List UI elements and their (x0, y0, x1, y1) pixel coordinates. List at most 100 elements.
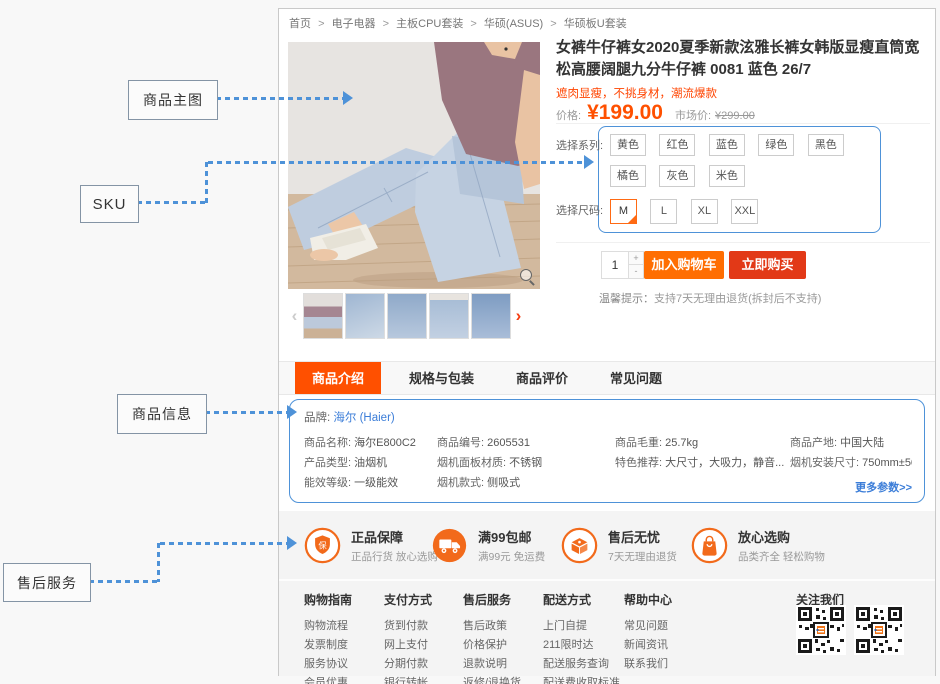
footer-link[interactable]: 银行转帐 (384, 674, 432, 684)
footer-col-payment: 支付方式 货到付款 网上支付 分期付款 银行转帐 (384, 591, 432, 684)
size-option[interactable]: L (650, 199, 677, 224)
footer-link[interactable]: 服务协议 (304, 655, 352, 674)
series-option[interactable]: 灰色 (659, 165, 695, 187)
divider (556, 242, 930, 243)
brand-link[interactable]: 海尔 (Haier) (333, 412, 394, 424)
footer-link[interactable]: 常见问题 (624, 617, 672, 636)
bag-icon (691, 527, 728, 564)
series-option[interactable]: 黄色 (610, 134, 646, 156)
footer-link[interactable]: 返修/退换货 (463, 674, 521, 684)
thumbnail-5[interactable] (471, 293, 511, 339)
series-option[interactable]: 蓝色 (709, 134, 745, 156)
breadcrumb-item[interactable]: 主板CPU套装 (396, 18, 463, 30)
attribute: 商品产地: 中国大陆 (790, 433, 912, 453)
annotation-arrowhead (343, 91, 353, 105)
quantity-increase-icon[interactable]: + (629, 251, 644, 265)
annotation-arrow-line (89, 580, 160, 583)
series-option[interactable]: 黑色 (808, 134, 844, 156)
thumbnail-2[interactable] (345, 293, 385, 339)
breadcrumb-item[interactable]: 华硕(ASUS) (484, 18, 543, 30)
shield-icon: 保 (304, 527, 341, 564)
detail-tabbar: 商品介绍 规格与包装 商品评价 常见问题 (279, 361, 935, 395)
return-box-icon (561, 527, 598, 564)
add-to-cart-button[interactable]: 加入购物车 (644, 251, 724, 279)
service-title: 放心选购 (738, 527, 825, 546)
tab-reviews[interactable]: 商品评价 (502, 362, 582, 394)
series-option[interactable]: 橘色 (610, 165, 646, 187)
quantity-input[interactable] (601, 251, 629, 279)
series-option[interactable]: 绿色 (758, 134, 794, 156)
service-strip: 保 正品保障 正品行货 放心选购 满99包邮 满99元 免运费 (279, 511, 935, 579)
footer-link[interactable]: 价格保护 (463, 636, 521, 655)
annotation-main-image: 商品主图 (128, 80, 218, 120)
tab-faq[interactable]: 常见问题 (596, 362, 676, 394)
footer-link[interactable]: 配送费收取标准 (543, 674, 620, 684)
qr-code-2 (854, 605, 904, 655)
truck-icon (431, 527, 468, 564)
more-params-link[interactable]: 更多参数>> (855, 479, 912, 495)
size-option[interactable]: XXL (731, 199, 758, 224)
product-attributes: 商品名称: 海尔E800C2 商品编号: 2605531 商品毛重: 25.7k… (304, 433, 912, 493)
footer-link[interactable]: 新闻资讯 (624, 636, 672, 655)
footer-col-after-sale: 售后服务 售后政策 价格保护 退款说明 返修/退换货 取消订单 (463, 591, 521, 684)
attribute: 商品毛重: 25.7kg (615, 433, 790, 453)
market-price-value: ¥299.00 (715, 110, 755, 122)
quantity-decrease-icon[interactable]: - (629, 265, 644, 279)
footer-link[interactable]: 售后政策 (463, 617, 521, 636)
series-option[interactable]: 红色 (659, 134, 695, 156)
breadcrumb-item[interactable]: 首页 (289, 18, 311, 30)
footer-link[interactable]: 网上支付 (384, 636, 432, 655)
thumbnail-strip: ‹ › (288, 292, 540, 340)
magnifier-icon[interactable] (519, 268, 536, 285)
size-option[interactable]: XL (691, 199, 718, 224)
size-label: 选择尺码: (556, 202, 603, 218)
size-options: M L XL XXL (610, 199, 886, 224)
series-option[interactable]: 米色 (709, 165, 745, 187)
size-option-selected[interactable]: M (610, 199, 637, 224)
thumbs-prev-icon[interactable]: ‹ (288, 306, 301, 326)
series-label: 选择系列: (556, 137, 603, 153)
service-title: 满99包邮 (478, 527, 545, 546)
annotation-arrowhead (584, 155, 594, 169)
footer-link[interactable]: 联系我们 (624, 655, 672, 674)
footer-link[interactable]: 退款说明 (463, 655, 521, 674)
footer-link[interactable]: 分期付款 (384, 655, 432, 674)
divider (556, 123, 930, 124)
quantity-stepper: + - (601, 251, 644, 279)
attribute: 烟机款式: 侧吸式 (437, 473, 615, 493)
tab-spec-package[interactable]: 规格与包装 (395, 362, 488, 394)
attribute: 商品名称: 海尔E800C2 (304, 433, 437, 453)
service-after-sale: 售后无忧 7天无理由退货 (561, 527, 677, 564)
tab-product-intro[interactable]: 商品介绍 (295, 362, 381, 394)
footer-link[interactable]: 购物流程 (304, 617, 352, 636)
footer-col-help: 帮助中心 常见问题 新闻资讯 联系我们 (624, 591, 672, 674)
market-price-label: 市场价: (675, 107, 711, 123)
warm-tips: 温馨提示：支持7天无理由退货(拆封后不支持) (599, 290, 821, 306)
thumbnail-4[interactable] (429, 293, 469, 339)
attribute: 能效等级: 一级能效 (304, 473, 437, 493)
price-label: 价格: (556, 107, 581, 123)
service-desc: 品类齐全 轻松购物 (738, 549, 825, 564)
footer-link[interactable]: 货到付款 (384, 617, 432, 636)
thumbs-next-icon[interactable]: › (511, 306, 526, 326)
buy-now-button[interactable]: 立即购买 (729, 251, 806, 279)
attribute: 商品编号: 2605531 (437, 433, 615, 453)
service-title: 正品保障 (351, 527, 438, 546)
product-main-image[interactable] (288, 42, 540, 289)
annotation-sku: SKU (80, 185, 139, 223)
breadcrumb-item[interactable]: 电子电器 (332, 18, 376, 30)
footer-link[interactable]: 发票制度 (304, 636, 352, 655)
thumbnail-1[interactable] (303, 293, 343, 339)
annotation-arrow-line (160, 542, 288, 545)
attribute: 烟机安装尺寸: 750mm±50mm（烟... (790, 453, 912, 473)
footer-col-delivery: 配送方式 上门自提 211限时达 配送服务查询 配送费收取标准 海外配送 (543, 591, 620, 684)
annotation-arrow-line (216, 97, 344, 100)
thumbnail-3[interactable] (387, 293, 427, 339)
tips-text: 支持7天无理由退货(拆封后不支持) (654, 293, 821, 305)
annotation-arrow-line (157, 543, 160, 582)
product-photo-illustration (288, 42, 540, 289)
footer-link[interactable]: 会员优惠 (304, 674, 352, 684)
footer-link[interactable]: 上门自提 (543, 617, 620, 636)
footer-link[interactable]: 211限时达 (543, 636, 620, 655)
footer-link[interactable]: 配送服务查询 (543, 655, 620, 674)
